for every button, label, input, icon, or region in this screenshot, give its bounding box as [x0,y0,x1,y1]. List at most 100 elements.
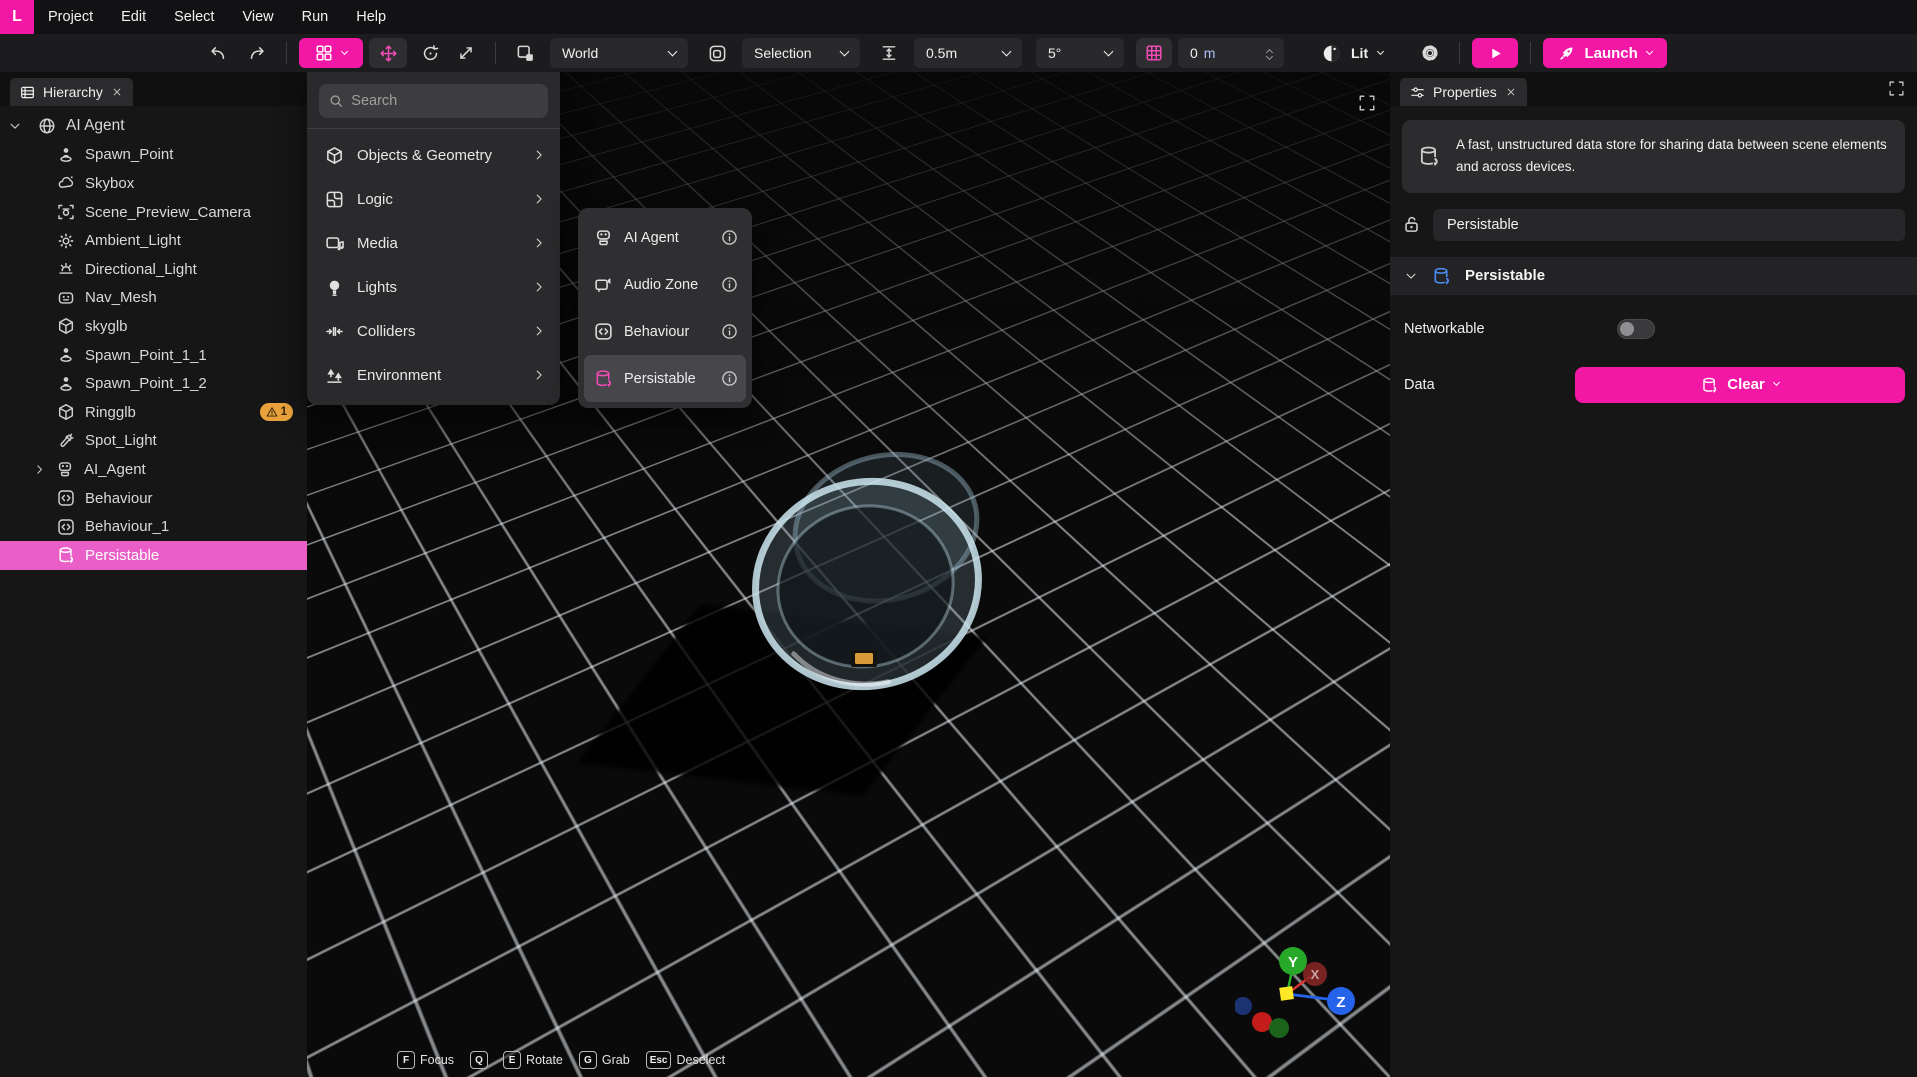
toolbar-divider [495,42,496,64]
info-icon[interactable] [721,276,738,293]
viewport-expand-icon[interactable] [1358,94,1376,112]
menu-item-objects-geometry[interactable]: Objects & Geometry [307,133,560,177]
tree-item-label: Nav_Mesh [85,289,157,306]
menu-help[interactable]: Help [342,0,400,34]
orientation-gizmo[interactable]: X Y Z [1235,944,1375,1056]
grid-snap-toggle[interactable] [1136,38,1172,68]
object-name-input[interactable] [1433,209,1905,241]
hierarchy-tabstrip: Hierarchy [0,72,307,106]
submenu-item-ai-agent[interactable]: AI Agent [584,214,746,261]
menu-view[interactable]: View [228,0,287,34]
tree-item-spawn-point[interactable]: Spawn_Point [0,141,307,170]
scale-tool-button[interactable] [449,38,483,68]
chevron-down-icon[interactable] [1404,269,1418,283]
grid-height-stepper[interactable]: 0 m [1178,38,1284,68]
submenu-item-persistable[interactable]: Persistable [584,355,746,402]
data-row: Data Clear [1404,367,1905,403]
tree-item-nav-mesh[interactable]: Nav_Mesh [0,284,307,313]
play-button[interactable] [1472,38,1518,68]
info-icon[interactable] [721,323,738,340]
chevron-right-icon [532,280,546,294]
transform-space-button[interactable] [508,38,542,68]
app-logo[interactable]: L [0,0,34,34]
tree-item-label: AI Agent [66,117,125,135]
close-icon[interactable] [111,86,123,98]
properties-tabstrip: Properties [1390,72,1917,106]
render-mode-dropdown[interactable]: Lit [1310,38,1395,68]
audio-zone-icon [594,275,613,294]
clear-data-button[interactable]: Clear [1575,367,1905,403]
chevron-down-icon[interactable] [8,119,22,133]
ring-3d-object[interactable] [727,434,1007,734]
vertical-snap-icon [880,44,898,62]
tree-item-spawn-point-1-1[interactable]: Spawn_Point_1_1 [0,341,307,370]
add-object-menu: Objects & Geometry Logic Media Lights Co… [307,72,560,405]
panel-expand-icon[interactable] [1888,80,1905,97]
vertical-snap-button[interactable] [872,38,906,68]
mesh-cube-icon [57,403,75,421]
key-g: G [579,1051,597,1069]
persistable-section-header[interactable]: Persistable [1390,257,1917,295]
move-tool-button[interactable] [369,38,407,68]
menu-search[interactable] [319,84,548,118]
world-dropdown[interactable]: World [550,38,688,68]
tree-item-directional-light[interactable]: Directional_Light [0,255,307,284]
menu-item-label: Objects & Geometry [357,147,492,164]
database-icon [1701,376,1718,394]
tree-item-skybox[interactable]: Skybox [0,169,307,198]
data-label: Data [1404,377,1435,393]
rotate-snap-dropdown[interactable]: 5° [1036,38,1124,68]
menu-item-media[interactable]: Media [307,221,560,265]
undo-button[interactable] [200,38,234,68]
tree-item-scene-preview-camera[interactable]: Scene_Preview_Camera [0,198,307,227]
launch-button[interactable]: Launch [1543,38,1667,68]
redo-button[interactable] [240,38,274,68]
database-icon [1432,266,1451,286]
pivot-button[interactable] [700,38,734,68]
tree-item-ringglb[interactable]: Ringglb 1 [0,398,307,427]
info-icon[interactable] [721,229,738,246]
menu-item-colliders[interactable]: Colliders [307,309,560,353]
tree-item-behaviour[interactable]: Behaviour [0,484,307,513]
menu-edit[interactable]: Edit [107,0,160,34]
close-icon[interactable] [1505,86,1517,98]
tree-item-ai-agent-root[interactable]: AI Agent [0,112,307,141]
tree-item-spot-light[interactable]: Spot_Light [0,427,307,456]
chevron-right-icon [532,236,546,250]
info-icon[interactable] [721,370,738,387]
search-input[interactable] [351,93,538,109]
tab-properties[interactable]: Properties [1400,78,1527,106]
tree-item-ambient-light[interactable]: Ambient_Light [0,226,307,255]
menu-select[interactable]: Select [160,0,228,34]
chevron-right-icon[interactable] [33,463,46,476]
pivot-icon [708,44,727,63]
rotate-tool-button[interactable] [413,38,447,68]
menu-run[interactable]: Run [288,0,343,34]
lock-open-icon[interactable] [1402,215,1421,234]
menu-item-logic[interactable]: Logic [307,177,560,221]
menu-project[interactable]: Project [34,0,107,34]
tree-item-spawn-point-1-2[interactable]: Spawn_Point_1_2 [0,369,307,398]
tree-item-skyglb[interactable]: skyglb [0,312,307,341]
tree-item-behaviour-1[interactable]: Behaviour_1 [0,512,307,541]
spawn-point-icon [57,146,75,164]
media-icon [325,234,344,253]
move-snap-dropdown[interactable]: 0.5m [914,38,1022,68]
spot-light-icon [57,432,75,450]
submenu-item-behaviour[interactable]: Behaviour [584,308,746,355]
tree-item-persistable[interactable]: Persistable [0,541,307,570]
tab-hierarchy[interactable]: Hierarchy [10,78,133,106]
submenu-item-audio-zone[interactable]: Audio Zone [584,261,746,308]
settings-button[interactable] [1413,38,1447,68]
database-icon [1418,144,1440,168]
tree-item-ai-agent[interactable]: AI_Agent [0,455,307,484]
key-e: E [503,1051,521,1069]
networkable-toggle[interactable] [1617,319,1655,339]
selection-dropdown[interactable]: Selection [742,38,860,68]
menu-item-environment[interactable]: Environment [307,353,560,397]
chevron-down-icon [1773,379,1780,386]
shortcut-grab-label: Grab [602,1053,630,1067]
add-object-button[interactable] [299,38,363,68]
menu-item-label: Colliders [357,323,415,340]
menu-item-lights[interactable]: Lights [307,265,560,309]
